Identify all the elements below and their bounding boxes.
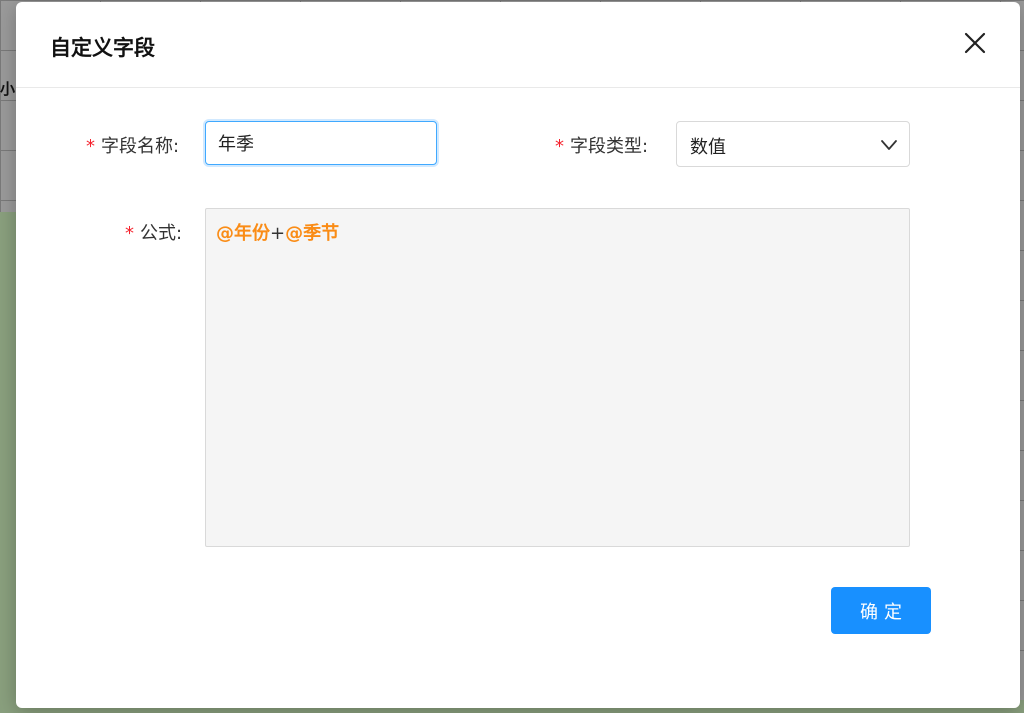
formula-label: * 公式: — [125, 219, 182, 245]
formula-variable-token: @年份 — [216, 223, 270, 244]
formula-editor[interactable]: @年份+@季节 — [205, 208, 910, 547]
required-mark: * — [555, 136, 564, 157]
field-type-label: * 字段类型: — [555, 132, 648, 158]
confirm-button[interactable]: 确定 — [831, 587, 931, 634]
field-type-selected-value: 数值 — [690, 137, 726, 158]
background-header-cell: 小 — [0, 80, 16, 98]
field-type-select[interactable]: 数值 — [676, 121, 910, 167]
field-name-label-text: 字段名称: — [101, 136, 180, 157]
formula-label-text: 公式: — [140, 223, 183, 244]
required-mark: * — [86, 136, 95, 157]
field-name-input[interactable] — [205, 121, 437, 165]
field-type-label-text: 字段类型: — [570, 136, 649, 157]
close-icon — [964, 32, 986, 54]
formula-variable-token: @季节 — [285, 223, 340, 244]
formula-operator-token: + — [270, 223, 286, 244]
required-mark: * — [125, 223, 134, 244]
chevron-down-icon — [881, 140, 897, 150]
dialog-header: 自定义字段 — [16, 2, 1020, 88]
close-button[interactable] — [960, 28, 990, 58]
custom-field-dialog: 自定义字段 * 字段名称: * 字段类型: 数值 * 公式: @年份+@季节 确定 — [16, 2, 1020, 708]
background-highlight-column — [0, 212, 16, 713]
field-name-label: * 字段名称: — [86, 132, 179, 158]
dialog-title: 自定义字段 — [50, 36, 155, 60]
